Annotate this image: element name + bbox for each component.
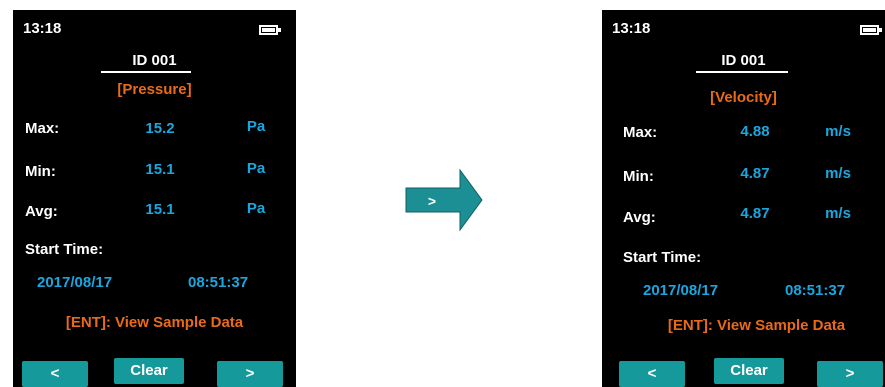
- device-screen-velocity: 13:18 ID 001 [Velocity] Max: 4.88 m/s Mi…: [602, 10, 885, 387]
- battery-icon: [860, 25, 882, 35]
- device-id: ID 001: [721, 52, 766, 69]
- clock-time: 13:18: [23, 20, 62, 37]
- min-unit: m/s: [825, 165, 851, 182]
- next-button[interactable]: >: [817, 361, 883, 387]
- min-label: Min:: [623, 168, 654, 185]
- avg-unit: m/s: [825, 205, 851, 222]
- measurement-mode: [Velocity]: [710, 89, 777, 106]
- prev-button[interactable]: <: [619, 361, 685, 387]
- avg-value: 4.87: [740, 205, 770, 222]
- start-time-label: Start Time:: [623, 249, 702, 266]
- start-date: 2017/08/17: [643, 282, 719, 299]
- clear-button[interactable]: Clear: [114, 358, 184, 384]
- max-label: Max:: [623, 124, 658, 141]
- center-arrow-label: >: [427, 193, 437, 209]
- max-value: 4.88: [740, 123, 770, 140]
- avg-label: Avg:: [25, 203, 58, 220]
- clock-time: 13:18: [612, 20, 651, 37]
- start-clock: 08:51:37: [188, 274, 249, 291]
- next-button[interactable]: >: [217, 361, 283, 387]
- device-id-underline: [696, 71, 788, 73]
- max-value: 15.2: [145, 120, 175, 137]
- max-unit: Pa: [246, 118, 266, 135]
- prev-button[interactable]: <: [22, 361, 88, 387]
- avg-unit: Pa: [246, 200, 266, 217]
- min-value: 4.87: [740, 165, 770, 182]
- start-time-label: Start Time:: [25, 241, 104, 258]
- clear-button[interactable]: Clear: [714, 358, 784, 384]
- max-unit: m/s: [825, 123, 851, 140]
- max-label: Max:: [25, 120, 60, 137]
- min-label: Min:: [25, 163, 56, 180]
- device-screen-pressure: 13:18 ID 001 [Pressure] Max: 15.2 Pa Min…: [13, 10, 296, 387]
- min-value: 15.1: [145, 161, 175, 178]
- ent-hint: [ENT]: View Sample Data: [667, 317, 846, 334]
- avg-value: 15.1: [145, 201, 175, 218]
- min-unit: Pa: [246, 160, 266, 177]
- device-id: ID 001: [132, 52, 177, 69]
- device-id-underline: [101, 71, 191, 73]
- avg-label: Avg:: [623, 209, 656, 226]
- start-date: 2017/08/17: [37, 274, 113, 291]
- measurement-mode: [Pressure]: [117, 81, 192, 98]
- battery-icon: [259, 25, 281, 35]
- start-clock: 08:51:37: [785, 282, 846, 299]
- ent-hint: [ENT]: View Sample Data: [65, 314, 244, 331]
